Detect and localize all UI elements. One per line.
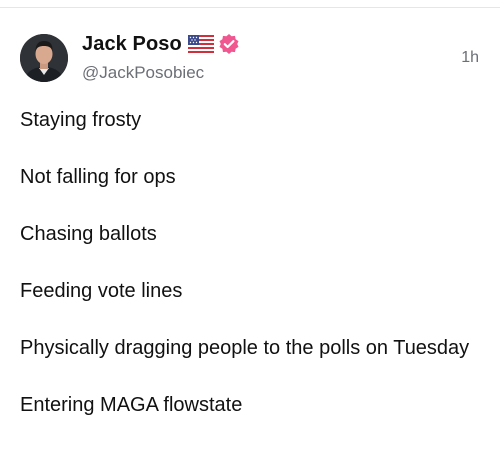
post-line: Physically dragging people to the polls …	[20, 337, 470, 359]
author-name[interactable]: Jack Poso	[82, 33, 182, 56]
post-body: Staying frosty Not falling for ops Chasi…	[20, 106, 480, 448]
verified-badge-icon	[218, 33, 240, 55]
post-line: Entering MAGA flowstate	[20, 394, 243, 416]
us-flag-icon	[187, 35, 214, 53]
post-line: Not falling for ops	[20, 166, 176, 188]
author-handle[interactable]: @JackPosobiec	[82, 63, 204, 83]
post-card[interactable]: Jack Poso @JackPosobiec 1h Staying frost…	[0, 0, 500, 465]
author-name-row: Jack Poso	[82, 30, 240, 58]
post-line: Chasing ballots	[20, 223, 157, 245]
post-timestamp[interactable]: 1h	[461, 49, 479, 67]
post-line: Feeding vote lines	[20, 280, 183, 302]
avatar-image	[20, 34, 68, 82]
avatar[interactable]	[20, 34, 68, 82]
post-line: Staying frosty	[20, 109, 142, 131]
